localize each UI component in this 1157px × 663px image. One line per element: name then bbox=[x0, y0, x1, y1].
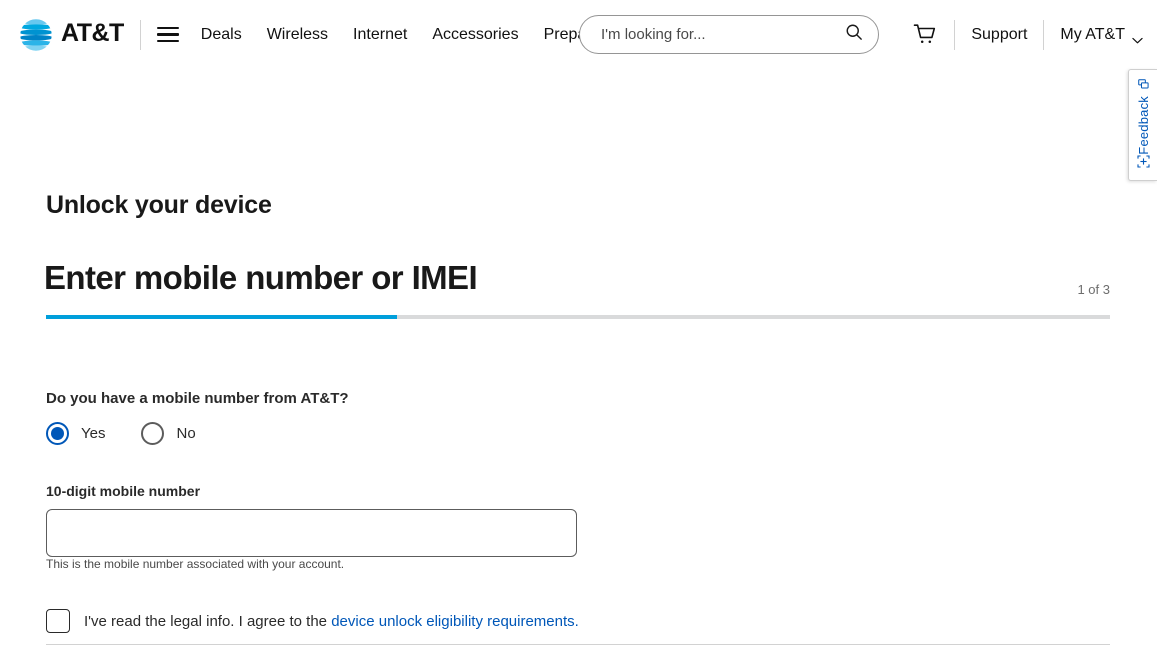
expand-icon bbox=[1136, 155, 1150, 173]
search-box[interactable] bbox=[579, 15, 879, 54]
mobile-number-radio-group: Yes No bbox=[46, 422, 232, 445]
shopping-cart-icon[interactable] bbox=[912, 22, 938, 48]
step-title: Enter mobile number or IMEI bbox=[44, 259, 478, 296]
feedback-label: Feedback bbox=[1135, 95, 1151, 155]
radio-option-no[interactable]: No bbox=[141, 422, 196, 445]
comment-bubble-icon bbox=[1137, 77, 1149, 95]
section-divider bbox=[46, 644, 1110, 645]
mobile-number-field-hint: This is the mobile number associated wit… bbox=[46, 557, 345, 571]
device-unlock-eligibility-link[interactable]: device unlock eligibility requirements. bbox=[331, 613, 579, 630]
legal-agreement-checkbox[interactable] bbox=[46, 609, 70, 633]
my-att-label: My AT&T bbox=[1060, 25, 1125, 43]
legal-agreement-prefix: I've read the legal info. I agree to the bbox=[84, 612, 332, 630]
nav-item-wireless[interactable]: Wireless bbox=[267, 26, 328, 44]
step-counter: 1 of 3 bbox=[1077, 282, 1110, 297]
radio-no-label: No bbox=[176, 425, 196, 442]
header-divider-2 bbox=[954, 19, 956, 50]
legal-agreement-row: I've read the legal info. I agree to the… bbox=[46, 609, 579, 633]
search-input[interactable] bbox=[599, 25, 844, 44]
radio-yes-indicator[interactable] bbox=[46, 422, 69, 445]
mobile-number-input[interactable] bbox=[46, 509, 577, 557]
search-icon[interactable] bbox=[844, 22, 864, 47]
progress-bar-track bbox=[46, 315, 1110, 319]
mobile-number-question-label: Do you have a mobile number from AT&T? bbox=[46, 390, 349, 407]
radio-option-yes[interactable]: Yes bbox=[46, 422, 105, 445]
header-divider-3 bbox=[1043, 19, 1045, 50]
hamburger-menu-icon[interactable] bbox=[156, 26, 179, 43]
page-title: Unlock your device bbox=[46, 191, 272, 219]
nav-item-deals[interactable]: Deals bbox=[201, 26, 242, 44]
header-divider-1 bbox=[139, 19, 141, 50]
nav-item-internet[interactable]: Internet bbox=[353, 26, 407, 44]
legal-agreement-text: I've read the legal info. I agree to the… bbox=[84, 613, 579, 630]
att-globe-logo-icon bbox=[18, 17, 54, 53]
radio-yes-label: Yes bbox=[81, 425, 106, 442]
chevron-down-icon bbox=[1132, 31, 1143, 44]
feedback-tab[interactable]: Feedback bbox=[1128, 69, 1157, 181]
support-link[interactable]: Support bbox=[971, 26, 1027, 44]
progress-bar-fill bbox=[46, 315, 398, 319]
att-wordmark: AT&T bbox=[61, 19, 124, 47]
radio-no-indicator[interactable] bbox=[141, 422, 165, 445]
header-right-group: Support My AT&T bbox=[912, 0, 1143, 69]
nav-item-accessories[interactable]: Accessories bbox=[432, 26, 518, 44]
my-att-menu[interactable]: My AT&T bbox=[1060, 26, 1143, 44]
site-header: AT&T Deals Wireless Internet Accessories… bbox=[0, 0, 1157, 69]
mobile-number-field-label: 10-digit mobile number bbox=[46, 483, 201, 499]
att-logo[interactable]: AT&T bbox=[18, 15, 124, 55]
primary-nav: Deals Wireless Internet Accessories Prep… bbox=[201, 26, 599, 44]
